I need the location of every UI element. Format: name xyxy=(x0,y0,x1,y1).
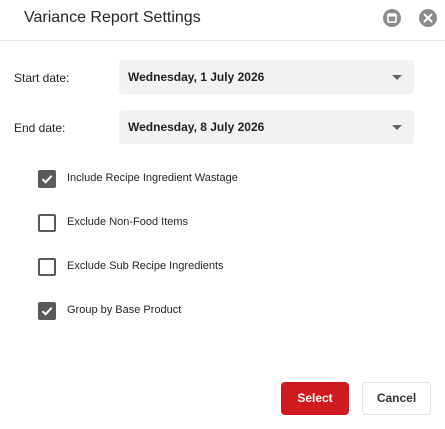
cancel-button[interactable]: Cancel xyxy=(362,382,431,415)
checkbox[interactable] xyxy=(38,258,56,276)
chevron-down-icon xyxy=(392,125,402,130)
dialog-title: Variance Report Settings xyxy=(24,9,201,26)
checkmark-icon xyxy=(41,307,53,316)
start-date-label: Start date: xyxy=(14,71,70,85)
start-date-value: Wednesday, 1 July 2026 xyxy=(128,70,265,84)
close-button[interactable] xyxy=(419,9,437,27)
end-date-value: Wednesday, 8 July 2026 xyxy=(128,120,265,134)
variance-report-settings-dialog: Variance Report Settings Start date: Wed… xyxy=(0,0,445,429)
end-date-select[interactable]: Wednesday, 8 July 2026 xyxy=(119,110,414,144)
checkbox[interactable] xyxy=(38,302,56,320)
checkbox[interactable] xyxy=(38,214,56,232)
checkbox-label: Exclude Non-Food Items xyxy=(67,216,189,228)
dialog-header: Variance Report Settings xyxy=(0,0,445,41)
checkbox-label: Group by Base Product xyxy=(67,304,182,316)
minimize-button[interactable] xyxy=(383,9,401,27)
checkbox-label: Exclude Sub Recipe Ingredients xyxy=(67,260,224,272)
checkbox-label: Include Recipe Ingredient Wastage xyxy=(67,172,238,184)
minimize-icon xyxy=(387,13,397,23)
start-date-select[interactable]: Wednesday, 1 July 2026 xyxy=(119,60,414,94)
chevron-down-icon xyxy=(392,75,402,80)
checkmark-icon xyxy=(41,175,53,184)
checkbox[interactable] xyxy=(38,170,56,188)
close-icon xyxy=(423,13,433,23)
end-date-label: End date: xyxy=(14,121,66,135)
select-button[interactable]: Select xyxy=(281,382,349,415)
